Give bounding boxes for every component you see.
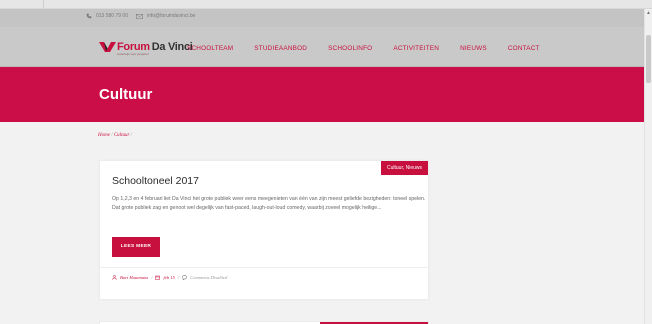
post-date[interactable]: feb 15 bbox=[163, 275, 174, 280]
main-nav: SCHOOLTEAM STUDIEAANBOD SCHOOLINFO ACTIV… bbox=[187, 45, 561, 52]
nav-item-activiteiten[interactable]: ACTIVITEITEN bbox=[393, 45, 439, 52]
contact-bar: 013 580 79 00 info@forumdavinci.be bbox=[0, 9, 644, 27]
breadcrumb-trailing: / bbox=[129, 133, 133, 138]
page: 013 580 79 00 info@forumdavinci.be Forum… bbox=[0, 9, 644, 324]
logo-mark-icon bbox=[99, 42, 116, 52]
scrollbar[interactable]: ▲ bbox=[644, 9, 652, 324]
post-comments: Comments Disabled bbox=[190, 275, 228, 280]
post-meta: Bart Hautmans / feb 15 / Comments Disabl… bbox=[112, 275, 227, 280]
post-card: Cultuur, Nieuws Schooltoneel 2017 Op 1,2… bbox=[99, 160, 429, 300]
mail-icon bbox=[135, 13, 143, 19]
breadcrumb: Home / Cultuur / bbox=[98, 133, 132, 138]
post-title[interactable]: Schooltoneel 2017 bbox=[112, 175, 199, 187]
page-hero: Cultuur bbox=[0, 67, 644, 122]
scrollbar-thumb[interactable] bbox=[646, 35, 651, 83]
calendar-icon bbox=[155, 275, 161, 280]
nav-item-contact[interactable]: CONTACT bbox=[508, 45, 540, 52]
post-excerpt: Op 1,2,3 en 4 februari liet Da Vinci het… bbox=[112, 196, 426, 211]
card-divider bbox=[100, 267, 428, 268]
breadcrumb-current[interactable]: Cultuur bbox=[114, 133, 130, 138]
user-icon bbox=[112, 275, 117, 280]
contact-phone[interactable]: 013 580 79 00 bbox=[96, 13, 128, 19]
phone-icon bbox=[86, 13, 92, 19]
nav-item-schoolinfo[interactable]: SCHOOLINFO bbox=[328, 45, 372, 52]
logo-tagline: onderwijs voor jongeren bbox=[117, 52, 149, 56]
nav-item-schoolteam[interactable]: SCHOOLTEAM bbox=[187, 45, 233, 52]
contact-email[interactable]: info@forumdavinci.be bbox=[147, 13, 195, 19]
nav-item-nieuws[interactable]: NIEUWS bbox=[460, 45, 487, 52]
site-logo[interactable]: Forum Da Vinci onderwijs voor jongeren bbox=[99, 41, 193, 56]
breadcrumb-home[interactable]: Home bbox=[98, 133, 110, 138]
scroll-up-arrow-icon[interactable]: ▲ bbox=[645, 9, 652, 17]
meta-separator: / bbox=[177, 275, 180, 280]
site-header: Forum Da Vinci onderwijs voor jongeren SC… bbox=[0, 27, 644, 67]
read-more-button[interactable]: LEES MEER bbox=[112, 237, 160, 257]
post-categories[interactable]: Cultuur, Nieuws bbox=[380, 161, 428, 175]
comment-icon bbox=[182, 275, 188, 280]
post-author[interactable]: Bart Hautmans bbox=[120, 275, 148, 280]
browser-tab[interactable] bbox=[14, 0, 44, 8]
nav-item-studieaanbod[interactable]: STUDIEAANBOD bbox=[254, 45, 307, 52]
page-title: Cultuur bbox=[99, 86, 153, 103]
browser-chrome bbox=[0, 0, 652, 9]
meta-separator: / bbox=[151, 275, 153, 280]
